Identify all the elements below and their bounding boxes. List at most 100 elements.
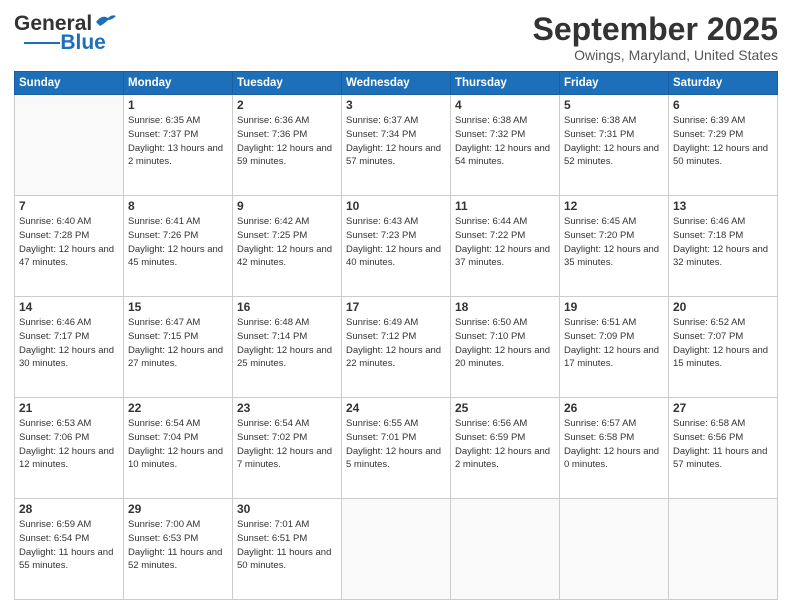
calendar-day-cell: 16 Sunrise: 6:48 AMSunset: 7:14 PMDayligh… xyxy=(233,297,342,398)
day-info: Sunrise: 6:59 AMSunset: 6:54 PMDaylight:… xyxy=(19,518,119,573)
day-number: 3 xyxy=(346,98,446,112)
daylight-text: Daylight: 12 hours and 40 minutes. xyxy=(346,243,446,271)
daylight-text: Daylight: 12 hours and 27 minutes. xyxy=(128,344,228,372)
calendar-day-cell: 1Sunrise: 6:35 AMSunset: 7:37 PMDaylight… xyxy=(124,95,233,196)
sunset-text: Sunset: 6:53 PM xyxy=(128,532,228,546)
sunrise-text: Sunrise: 6:49 AM xyxy=(346,316,446,330)
calendar-week-row: 28 Sunrise: 6:59 AMSunset: 6:54 PMDayligh… xyxy=(15,499,778,600)
daylight-text: Daylight: 12 hours and 50 minutes. xyxy=(673,142,773,170)
logo-blue-text: Blue xyxy=(60,32,106,53)
sunset-text: Sunset: 7:01 PM xyxy=(346,431,446,445)
daylight-text: Daylight: 13 hours and 2 minutes. xyxy=(128,142,228,170)
sunrise-text: Sunrise: 6:38 AM xyxy=(455,114,555,128)
sunrise-text: Sunrise: 6:44 AM xyxy=(455,215,555,229)
day-number: 21 xyxy=(19,401,119,415)
day-info: Sunrise: 7:00 AMSunset: 6:53 PMDaylight:… xyxy=(128,518,228,573)
calendar-day-cell xyxy=(669,499,778,600)
calendar-day-cell: 3 Sunrise: 6:37 AMSunset: 7:34 PMDaylight… xyxy=(342,95,451,196)
sunset-text: Sunset: 7:10 PM xyxy=(455,330,555,344)
calendar-day-cell: 9Sunrise: 6:42 AMSunset: 7:25 PMDaylight… xyxy=(233,196,342,297)
day-number: 8 xyxy=(128,199,228,213)
daylight-text: Daylight: 12 hours and 20 minutes. xyxy=(455,344,555,372)
sunrise-text: Sunrise: 6:52 AM xyxy=(673,316,773,330)
sunrise-text: Sunrise: 6:40 AM xyxy=(19,215,119,229)
daylight-text: Daylight: 12 hours and 35 minutes. xyxy=(564,243,664,271)
day-info: Sunrise: 6:50 AMSunset: 7:10 PMDaylight:… xyxy=(455,316,555,371)
sunset-text: Sunset: 6:56 PM xyxy=(673,431,773,445)
day-number: 5 xyxy=(564,98,664,112)
calendar-day-cell: 13Sunrise: 6:46 AMSunset: 7:18 PMDayligh… xyxy=(669,196,778,297)
col-tuesday: Tuesday xyxy=(233,72,342,95)
calendar-day-cell: 20Sunrise: 6:52 AMSunset: 7:07 PMDayligh… xyxy=(669,297,778,398)
calendar-day-cell: 2Sunrise: 6:36 AMSunset: 7:36 PMDaylight… xyxy=(233,95,342,196)
col-sunday: Sunday xyxy=(15,72,124,95)
sunrise-text: Sunrise: 6:56 AM xyxy=(455,417,555,431)
calendar-day-cell: 17Sunrise: 6:49 AMSunset: 7:12 PMDayligh… xyxy=(342,297,451,398)
sunrise-text: Sunrise: 6:58 AM xyxy=(673,417,773,431)
sunrise-text: Sunrise: 6:41 AM xyxy=(128,215,228,229)
title-block: September 2025 Owings, Maryland, United … xyxy=(533,12,778,63)
sunrise-text: Sunrise: 6:48 AM xyxy=(237,316,337,330)
col-thursday: Thursday xyxy=(451,72,560,95)
daylight-text: Daylight: 12 hours and 57 minutes. xyxy=(346,142,446,170)
sunset-text: Sunset: 7:37 PM xyxy=(128,128,228,142)
daylight-text: Daylight: 12 hours and 32 minutes. xyxy=(673,243,773,271)
calendar-day-cell: 21Sunrise: 6:53 AMSunset: 7:06 PMDayligh… xyxy=(15,398,124,499)
sunset-text: Sunset: 6:59 PM xyxy=(455,431,555,445)
day-number: 28 xyxy=(19,502,119,516)
sunset-text: Sunset: 7:32 PM xyxy=(455,128,555,142)
sunset-text: Sunset: 7:14 PM xyxy=(237,330,337,344)
sunrise-text: Sunrise: 6:50 AM xyxy=(455,316,555,330)
day-number: 14 xyxy=(19,300,119,314)
col-saturday: Saturday xyxy=(669,72,778,95)
day-info: Sunrise: 6:37 AMSunset: 7:34 PMDaylight:… xyxy=(346,114,446,169)
calendar-week-row: 1Sunrise: 6:35 AMSunset: 7:37 PMDaylight… xyxy=(15,95,778,196)
sunrise-text: Sunrise: 7:01 AM xyxy=(237,518,337,532)
calendar-day-cell: 7Sunrise: 6:40 AMSunset: 7:28 PMDaylight… xyxy=(15,196,124,297)
daylight-text: Daylight: 12 hours and 59 minutes. xyxy=(237,142,337,170)
calendar-day-cell: 10Sunrise: 6:43 AMSunset: 7:23 PMDayligh… xyxy=(342,196,451,297)
day-number: 16 xyxy=(237,300,337,314)
sunrise-text: Sunrise: 6:53 AM xyxy=(19,417,119,431)
sunrise-text: Sunrise: 6:46 AM xyxy=(673,215,773,229)
day-info: Sunrise: 6:43 AMSunset: 7:23 PMDaylight:… xyxy=(346,215,446,270)
calendar-subtitle: Owings, Maryland, United States xyxy=(533,47,778,63)
day-info: Sunrise: 6:45 AMSunset: 7:20 PMDaylight:… xyxy=(564,215,664,270)
sunset-text: Sunset: 6:58 PM xyxy=(564,431,664,445)
calendar-day-cell: 30Sunrise: 7:01 AMSunset: 6:51 PMDayligh… xyxy=(233,499,342,600)
sunrise-text: Sunrise: 6:51 AM xyxy=(564,316,664,330)
col-monday: Monday xyxy=(124,72,233,95)
sunset-text: Sunset: 7:18 PM xyxy=(673,229,773,243)
daylight-text: Daylight: 11 hours and 52 minutes. xyxy=(128,546,228,574)
sunrise-text: Sunrise: 6:38 AM xyxy=(564,114,664,128)
daylight-text: Daylight: 12 hours and 54 minutes. xyxy=(455,142,555,170)
day-number: 11 xyxy=(455,199,555,213)
day-number: 22 xyxy=(128,401,228,415)
daylight-text: Daylight: 11 hours and 50 minutes. xyxy=(237,546,337,574)
sunset-text: Sunset: 7:09 PM xyxy=(564,330,664,344)
daylight-text: Daylight: 12 hours and 42 minutes. xyxy=(237,243,337,271)
sunrise-text: Sunrise: 6:37 AM xyxy=(346,114,446,128)
calendar-week-row: 14Sunrise: 6:46 AMSunset: 7:17 PMDayligh… xyxy=(15,297,778,398)
day-info: Sunrise: 6:36 AMSunset: 7:36 PMDaylight:… xyxy=(237,114,337,169)
sunrise-text: Sunrise: 6:45 AM xyxy=(564,215,664,229)
day-number: 17 xyxy=(346,300,446,314)
day-number: 23 xyxy=(237,401,337,415)
calendar-day-cell xyxy=(451,499,560,600)
day-info: Sunrise: 6:57 AMSunset: 6:58 PMDaylight:… xyxy=(564,417,664,472)
calendar-day-cell: 19Sunrise: 6:51 AMSunset: 7:09 PMDayligh… xyxy=(560,297,669,398)
day-number: 24 xyxy=(346,401,446,415)
day-info: Sunrise: 6:41 AMSunset: 7:26 PMDaylight:… xyxy=(128,215,228,270)
calendar-day-cell: 5Sunrise: 6:38 AMSunset: 7:31 PMDaylight… xyxy=(560,95,669,196)
day-info: Sunrise: 6:48 AMSunset: 7:14 PMDaylight:… xyxy=(237,316,337,371)
daylight-text: Daylight: 12 hours and 17 minutes. xyxy=(564,344,664,372)
day-info: Sunrise: 6:39 AMSunset: 7:29 PMDaylight:… xyxy=(673,114,773,169)
daylight-text: Daylight: 12 hours and 37 minutes. xyxy=(455,243,555,271)
day-info: Sunrise: 6:42 AMSunset: 7:25 PMDaylight:… xyxy=(237,215,337,270)
calendar-day-cell: 11Sunrise: 6:44 AMSunset: 7:22 PMDayligh… xyxy=(451,196,560,297)
sunset-text: Sunset: 7:15 PM xyxy=(128,330,228,344)
calendar-day-cell: 23Sunrise: 6:54 AMSunset: 7:02 PMDayligh… xyxy=(233,398,342,499)
day-number: 6 xyxy=(673,98,773,112)
day-info: Sunrise: 7:01 AMSunset: 6:51 PMDaylight:… xyxy=(237,518,337,573)
sunset-text: Sunset: 7:23 PM xyxy=(346,229,446,243)
